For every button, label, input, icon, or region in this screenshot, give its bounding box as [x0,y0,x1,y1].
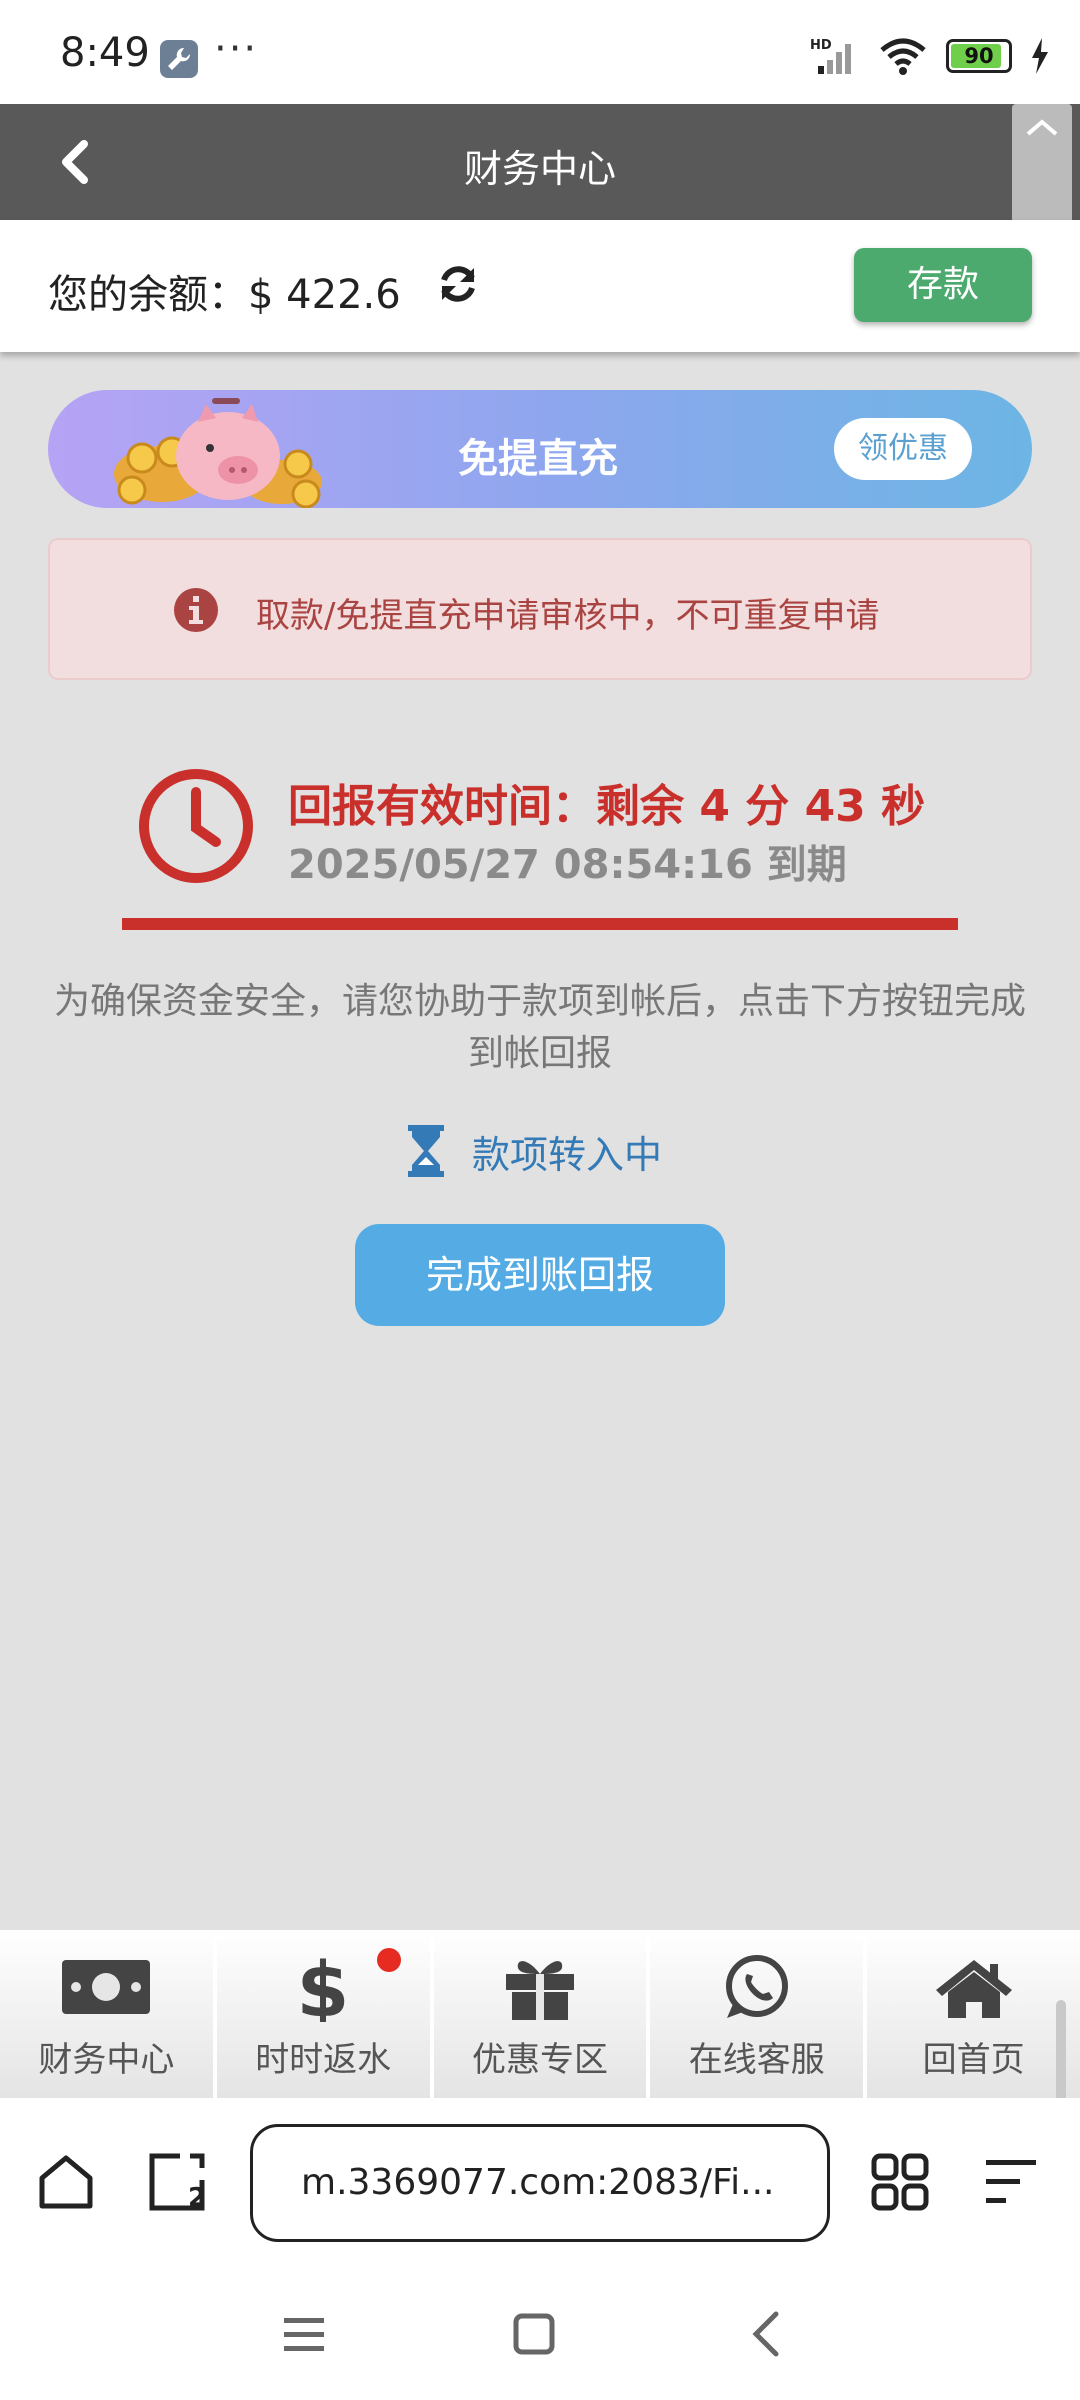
nav-label: 回首页 [922,2040,1025,2080]
home-icon [935,1960,1012,2018]
battery-level: 90 [964,44,994,68]
clock-icon [139,769,253,883]
status-time: 8:49 [60,30,150,76]
browser-tabs-icon[interactable]: 2 [146,2152,208,2212]
countdown-remaining: 回报有效时间：剩余 4 分 43 秒 [288,781,926,832]
nav-item-promotions[interactable]: 优惠专区 [433,1930,651,2098]
nav-item-finance[interactable]: 财务中心 [0,1930,217,2098]
nav-label: 优惠专区 [471,2040,608,2080]
pending-alert: 取款/免提直充申请审核中，不可重复申请 [48,538,1032,680]
more-notifications-icon: ··· [214,26,259,72]
balance-display: 您的余额：$ 422.6 [48,262,401,320]
alert-text: 取款/免提直充申请审核中，不可重复申请 [256,596,880,636]
balance-bar: 您的余额：$ 422.6 存款 [0,220,1080,352]
piggy-bank-image [114,398,322,508]
system-nav-bar [0,2268,1080,2400]
confirm-receipt-button[interactable]: 完成到账回报 [355,1224,725,1326]
refresh-icon[interactable] [436,262,480,306]
nav-label: 在线客服 [688,2040,825,2080]
wrench-icon [160,40,198,78]
hourglass-icon [408,1125,444,1177]
whatsapp-icon [725,1955,788,2018]
instructions-text: 为确保资金安全，请您协助于款项到帐后，点击下方按钮完成到帐回报 [53,981,1026,1074]
promo-title: 免提直充 [458,436,618,482]
browser-menu-icon[interactable] [984,2156,1038,2208]
transfer-status: 款项转入中 [406,1122,662,1180]
network-type: HD [810,38,832,53]
nav-item-support[interactable]: 在线客服 [650,1930,868,2098]
tab-count: 2 [188,2183,206,2212]
balance-label: 您的余额： [48,272,248,318]
nav-item-home[interactable]: 回首页 [867,1930,1080,2098]
dollar-icon: $ [297,1952,350,2022]
scroll-up-icon[interactable] [1026,119,1058,136]
transfer-status-text: 款项转入中 [472,1132,663,1177]
recent-apps-icon[interactable] [274,2304,334,2364]
page-header: 财务中心 [0,104,1080,220]
deposit-button[interactable]: 存款 [854,248,1032,322]
svg-text:$: $ [297,1952,350,2022]
status-icons: HD 90 [810,34,1050,78]
status-bar: 8:49 ··· HD 90 [0,0,1080,104]
signal-icon: HD [810,38,851,74]
nav-item-rebate[interactable]: $ 时时返水 [216,1930,434,2098]
system-back-icon[interactable] [738,2304,798,2364]
url-bar[interactable]: m.3369077.com:2083/Fi... [250,2124,830,2242]
battery-icon: 90 [946,39,1012,73]
system-home-icon[interactable] [504,2304,564,2364]
promo-banner[interactable]: 免提直充 领优惠 [48,390,1032,508]
info-icon [174,588,218,632]
nav-label: 财务中心 [38,2040,175,2080]
charging-icon [1032,38,1048,74]
balance-amount: $ 422.6 [248,272,401,318]
notification-badge [376,1948,401,1972]
browser-apps-icon[interactable] [870,2152,930,2212]
wifi-icon [880,38,926,75]
gift-icon [505,1961,574,2020]
claim-offer-button[interactable]: 领优惠 [834,418,972,480]
browser-home-icon[interactable] [36,2152,96,2212]
countdown-expiry: 2025/05/27 08:54:16 到期 [288,842,847,888]
browser-toolbar: 2 m.3369077.com:2083/Fi... [0,2098,1080,2268]
nav-label: 时时返水 [255,2040,392,2080]
countdown-divider [122,918,958,930]
money-bill-icon [62,1960,151,2014]
page-title: 财务中心 [463,147,616,191]
bottom-nav: 财务中心 $ 时时返水 优惠专区 在线客服 回首页 [0,1930,1080,2098]
